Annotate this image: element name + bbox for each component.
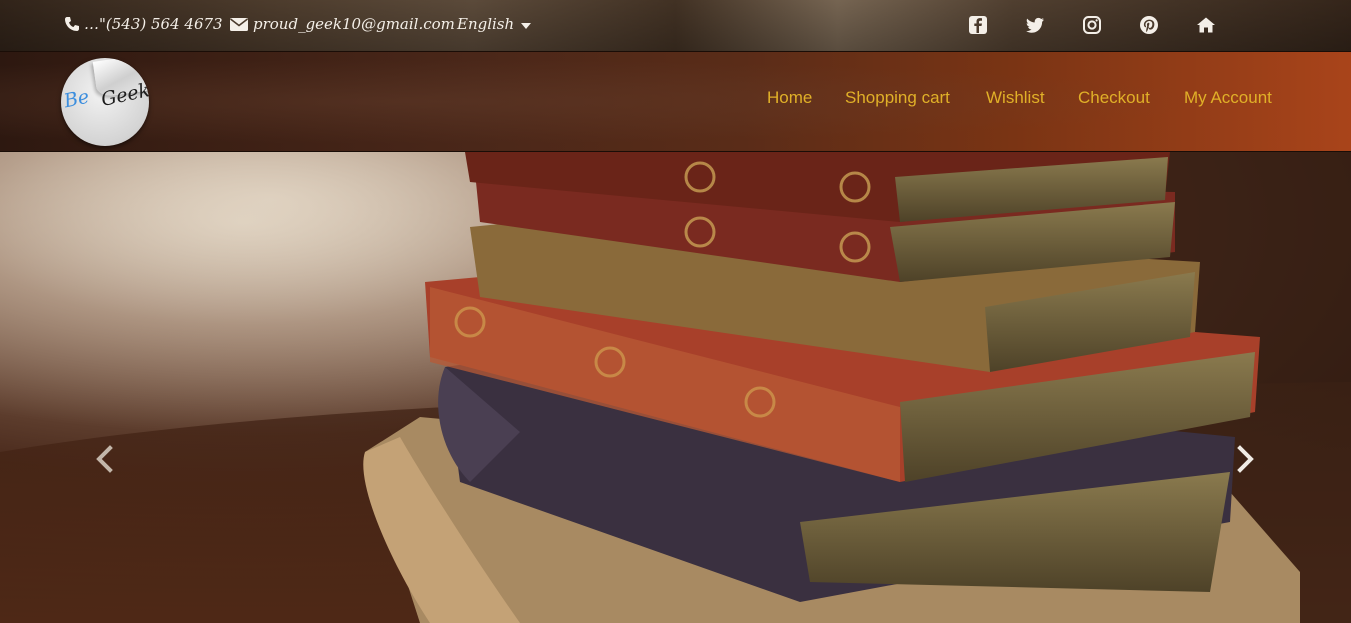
- email-contact[interactable]: proud_geek10@gmail.com: [229, 15, 455, 33]
- nav-home[interactable]: Home: [767, 88, 812, 108]
- chevron-right-icon: [1237, 445, 1254, 473]
- phone-contact: …"(543) 564 4673: [64, 15, 223, 33]
- language-label: English: [457, 15, 515, 33]
- chevron-left-icon: [96, 445, 113, 473]
- carousel-next-button[interactable]: [1230, 444, 1260, 474]
- hero-carousel: [0, 152, 1351, 623]
- home-icon[interactable]: [1196, 15, 1216, 35]
- instagram-icon[interactable]: [1082, 15, 1102, 35]
- caret-down-icon: [521, 22, 532, 29]
- be-geek-logo[interactable]: Be Geek: [61, 58, 149, 146]
- language-dropdown[interactable]: English: [457, 15, 532, 33]
- nav-wishlist[interactable]: Wishlist: [986, 88, 1045, 108]
- main-navbar: Be Geek Home Shopping cart Wishlist Chec…: [0, 51, 1351, 152]
- nav-shopping-cart[interactable]: Shopping cart: [845, 88, 950, 108]
- top-contact-bar: …"(543) 564 4673 proud_geek10@gmail.com …: [0, 0, 1351, 51]
- nav-my-account[interactable]: My Account: [1184, 88, 1272, 108]
- twitter-icon[interactable]: [1025, 15, 1045, 35]
- phone-number: …"(543) 564 4673: [84, 15, 223, 33]
- carousel-prev-button[interactable]: [90, 444, 120, 474]
- phone-icon: [64, 16, 80, 32]
- pinterest-icon[interactable]: [1139, 15, 1159, 35]
- facebook-icon[interactable]: [968, 15, 988, 35]
- nav-checkout[interactable]: Checkout: [1078, 88, 1150, 108]
- carousel-slide-image: [0, 152, 1351, 623]
- email-address: proud_geek10@gmail.com: [253, 15, 455, 33]
- logo-text-be: Be: [61, 85, 92, 113]
- envelope-icon: [229, 16, 249, 32]
